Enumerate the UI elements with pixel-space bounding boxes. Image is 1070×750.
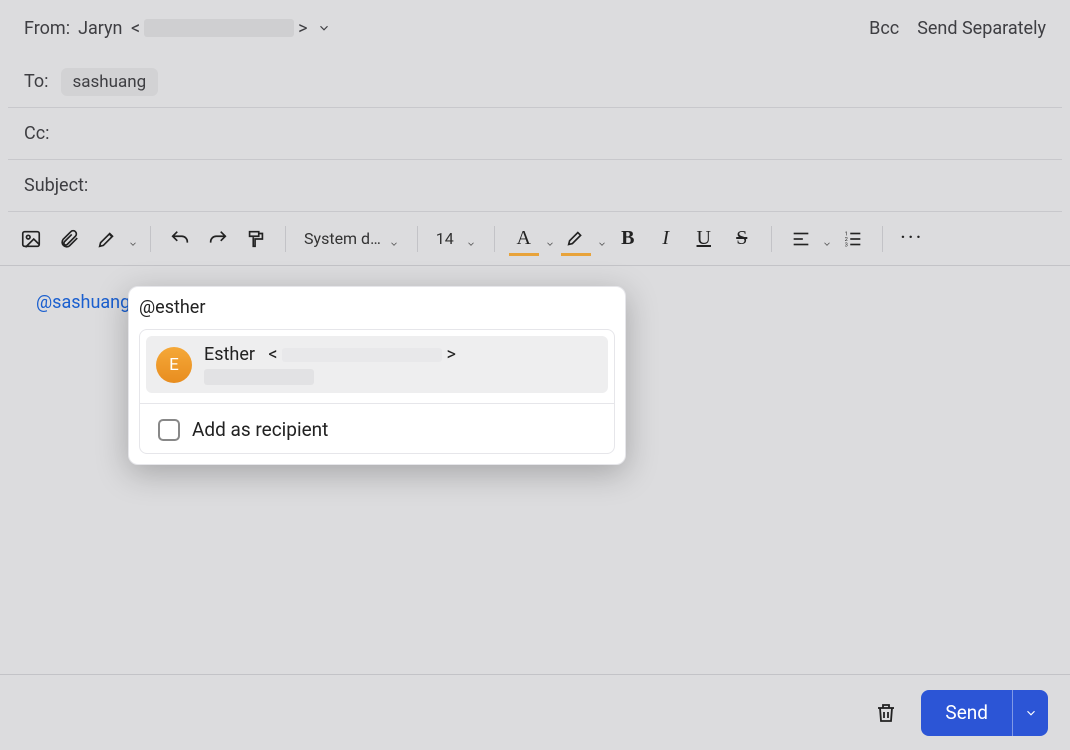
attach-icon[interactable] [52, 222, 86, 256]
align-tool[interactable] [784, 222, 832, 256]
add-as-recipient-option[interactable]: Add as recipient [146, 410, 608, 447]
divider [417, 226, 418, 252]
bold-button[interactable]: B [611, 222, 645, 256]
italic-button[interactable]: I [649, 222, 683, 256]
avatar: E [156, 347, 192, 383]
from-row: From: Jaryn < > Bcc Send Separately [8, 0, 1062, 56]
font-size-selector[interactable]: 14 [430, 229, 482, 248]
mention-autocomplete-popup: @esther E Esther < > Add as [128, 286, 626, 465]
divider [150, 226, 151, 252]
suggestion-subtext-redacted [204, 369, 314, 385]
compose-footer: Send [0, 674, 1070, 750]
email-open: < [268, 344, 277, 365]
text-highlight-tool[interactable] [559, 222, 607, 256]
send-label: Send [945, 701, 988, 724]
font-family-value: System d… [304, 229, 381, 248]
email-close: > [446, 344, 455, 365]
bcc-button[interactable]: Bcc [869, 18, 899, 39]
strikethrough-button[interactable]: S [725, 222, 759, 256]
more-options-icon[interactable]: ··· [895, 222, 929, 256]
chevron-down-icon [466, 234, 476, 244]
suggestion-name: Esther [204, 344, 255, 365]
font-color-tool[interactable]: A [507, 222, 555, 256]
to-row[interactable]: To: sashuang [8, 56, 1062, 108]
chevron-down-icon [316, 20, 332, 36]
send-button[interactable]: Send [921, 690, 1012, 736]
cc-label: Cc: [24, 123, 50, 144]
numbered-list-icon[interactable]: 123 [836, 222, 870, 256]
from-email-redacted [144, 19, 294, 37]
mention-typed-text: @esther [139, 297, 205, 318]
format-toolbar: System d… 14 A B I U S [0, 212, 1070, 266]
add-as-recipient-label: Add as recipient [192, 418, 328, 441]
font-size-value: 14 [436, 229, 454, 248]
align-icon [784, 222, 818, 256]
underline-button[interactable]: U [687, 222, 721, 256]
svg-text:3: 3 [845, 242, 848, 248]
mention-link[interactable]: @sashuang [36, 292, 130, 313]
text-highlight-icon [559, 222, 593, 256]
highlighter-icon [90, 222, 124, 256]
suggestion-email-redacted [282, 348, 442, 362]
divider [494, 226, 495, 252]
send-options-button[interactable] [1012, 690, 1048, 736]
chevron-down-icon [822, 234, 832, 244]
highlight-tool[interactable] [90, 222, 138, 256]
discard-draft-icon[interactable] [869, 696, 903, 730]
chevron-down-icon [128, 234, 138, 244]
insert-image-icon[interactable] [14, 222, 48, 256]
format-painter-icon[interactable] [239, 222, 273, 256]
divider [771, 226, 772, 252]
chevron-down-icon [389, 234, 399, 244]
font-family-selector[interactable]: System d… [298, 229, 405, 248]
subject-label: Subject: [24, 175, 88, 196]
undo-icon[interactable] [163, 222, 197, 256]
send-separately-button[interactable]: Send Separately [917, 18, 1046, 39]
redo-icon[interactable] [201, 222, 235, 256]
divider [882, 226, 883, 252]
from-selector[interactable]: Jaryn < > [78, 18, 331, 39]
font-color-icon: A [507, 222, 541, 256]
from-label: From: [24, 18, 70, 39]
divider [140, 403, 614, 404]
from-name: Jaryn [78, 18, 122, 39]
recipient-chip[interactable]: sashuang [61, 68, 159, 96]
mention-suggestion-list: E Esther < > Add as recipient [139, 329, 615, 454]
divider [285, 226, 286, 252]
chevron-down-icon [545, 234, 555, 244]
subject-row[interactable]: Subject: [8, 160, 1062, 212]
mention-suggestion-item[interactable]: E Esther < > [146, 336, 608, 393]
chevron-down-icon [597, 234, 607, 244]
cc-row[interactable]: Cc: [8, 108, 1062, 160]
to-label: To: [24, 71, 49, 92]
checkbox[interactable] [158, 419, 180, 441]
send-button-group: Send [921, 690, 1048, 736]
